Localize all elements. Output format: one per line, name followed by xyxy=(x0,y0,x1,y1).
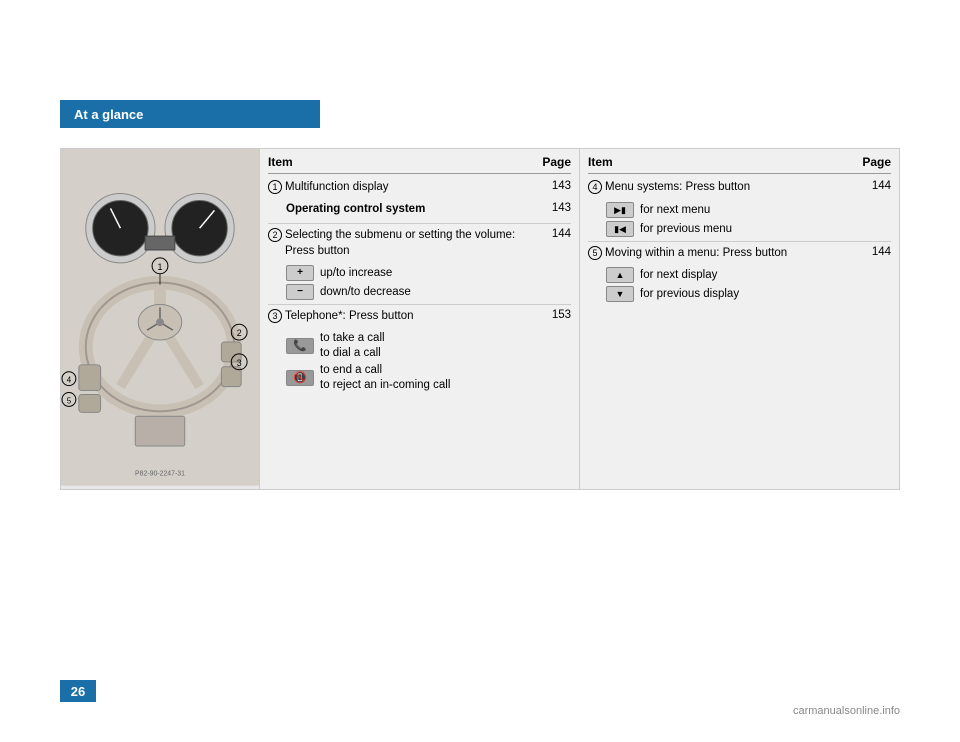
divider xyxy=(268,223,571,224)
arrow-up-icon: ▲ xyxy=(606,267,634,283)
steering-wheel-image: 1 2 3 4 5 xyxy=(60,148,260,490)
sub-item-call-red: 📵 to end a callto reject an in-coming ca… xyxy=(286,363,571,393)
sub-item-call-green: 📞 to take a callto dial a call xyxy=(286,331,571,361)
svg-text:3: 3 xyxy=(237,358,242,368)
item-desc-4: Menu systems: Press button xyxy=(605,180,861,196)
section-title: At a glance xyxy=(74,107,143,122)
table-row: Operating control system 143 xyxy=(268,202,571,218)
item-number-3: 3 xyxy=(268,309,282,323)
divider xyxy=(268,304,571,305)
item-number-5: 5 xyxy=(588,246,602,260)
item-number-2: 2 xyxy=(268,228,282,242)
left-col-page: Page xyxy=(542,155,571,169)
sub-item-endcall-text: to end a callto reject an in-coming call xyxy=(320,363,450,393)
table-row: 5 Moving within a menu: Press button 144 xyxy=(588,246,891,262)
sub-item-next-display: ▲ for next display xyxy=(606,267,891,283)
table-row: 3 Telephone*: Press button 153 xyxy=(268,309,571,325)
main-content: 1 2 3 4 5 xyxy=(60,148,900,490)
page-wrapper: At a glance xyxy=(0,0,960,742)
page-number-badge: 26 xyxy=(60,680,96,702)
phone-red-icon: 📵 xyxy=(286,370,314,386)
right-col-page: Page xyxy=(862,155,891,169)
svg-text:1: 1 xyxy=(158,262,163,272)
arrow-left-icon: ▮◀ xyxy=(606,221,634,237)
sub-item-next-display-label: for next display xyxy=(640,269,717,281)
sub-item-next-menu-label: for next menu xyxy=(640,204,710,216)
arrow-down-icon: ▼ xyxy=(606,286,634,302)
svg-text:5: 5 xyxy=(67,396,72,405)
sub-item-label-up: up/to increase xyxy=(320,267,392,279)
sub-item-call-text: to take a callto dial a call xyxy=(320,331,385,361)
bold-text: Operating control system xyxy=(286,203,425,215)
item-page-4: 144 xyxy=(861,180,891,192)
item-number-1: 1 xyxy=(268,180,282,194)
sub-item-plus: + up/to increase xyxy=(286,265,571,281)
left-col-item: Item xyxy=(268,155,293,169)
svg-text:4: 4 xyxy=(67,376,72,385)
item-number-4: 4 xyxy=(588,180,602,194)
phone-green-icon: 📞 xyxy=(286,338,314,354)
arrow-right-icon: ▶▮ xyxy=(606,202,634,218)
item-page-1: 143 xyxy=(541,180,571,192)
item-desc-operating: Operating control system xyxy=(286,202,541,218)
right-table: Item Page 4 Menu systems: Press button 1… xyxy=(580,148,900,490)
section-header: At a glance xyxy=(60,100,320,128)
minus-icon: − xyxy=(286,284,314,300)
item-desc-1: Multifunction display xyxy=(285,180,541,196)
item-page-5: 144 xyxy=(861,246,891,258)
left-table: Item Page 1 Multifunction display 143 Op… xyxy=(260,148,580,490)
site-label: carmanualsonline.info xyxy=(793,705,900,717)
sub-item-prev-display: ▼ for previous display xyxy=(606,286,891,302)
right-col-item: Item xyxy=(588,155,613,169)
left-table-header: Item Page xyxy=(268,155,571,174)
divider xyxy=(588,241,891,242)
page-number-text: 26 xyxy=(71,684,85,699)
sub-item-prev-menu: ▮◀ for previous menu xyxy=(606,221,891,237)
item-desc-3: Telephone*: Press button xyxy=(285,309,541,325)
svg-text:P82-90-2247-31: P82-90-2247-31 xyxy=(135,471,185,478)
plus-icon: + xyxy=(286,265,314,281)
sub-item-prev-menu-label: for previous menu xyxy=(640,223,732,235)
item-page-2: 144 xyxy=(541,228,571,240)
table-row: 2 Selecting the submenu or setting the v… xyxy=(268,228,571,259)
item-page-3: 153 xyxy=(541,309,571,321)
sub-item-next-menu: ▶▮ for next menu xyxy=(606,202,891,218)
sub-item-minus: − down/to decrease xyxy=(286,284,571,300)
svg-text:2: 2 xyxy=(237,328,242,338)
item-desc-5: Moving within a menu: Press button xyxy=(605,246,861,262)
item-desc-2: Selecting the submenu or setting the vol… xyxy=(285,228,541,259)
table-row: 1 Multifunction display 143 xyxy=(268,180,571,196)
footer-watermark: carmanualsonline.info xyxy=(793,705,900,717)
item-page-operating: 143 xyxy=(541,202,571,214)
right-table-header: Item Page xyxy=(588,155,891,174)
steering-wheel-svg: 1 2 3 4 5 xyxy=(61,149,259,486)
sub-item-label-down: down/to decrease xyxy=(320,286,411,298)
table-row: 4 Menu systems: Press button 144 xyxy=(588,180,891,196)
sub-item-prev-display-label: for previous display xyxy=(640,288,739,300)
